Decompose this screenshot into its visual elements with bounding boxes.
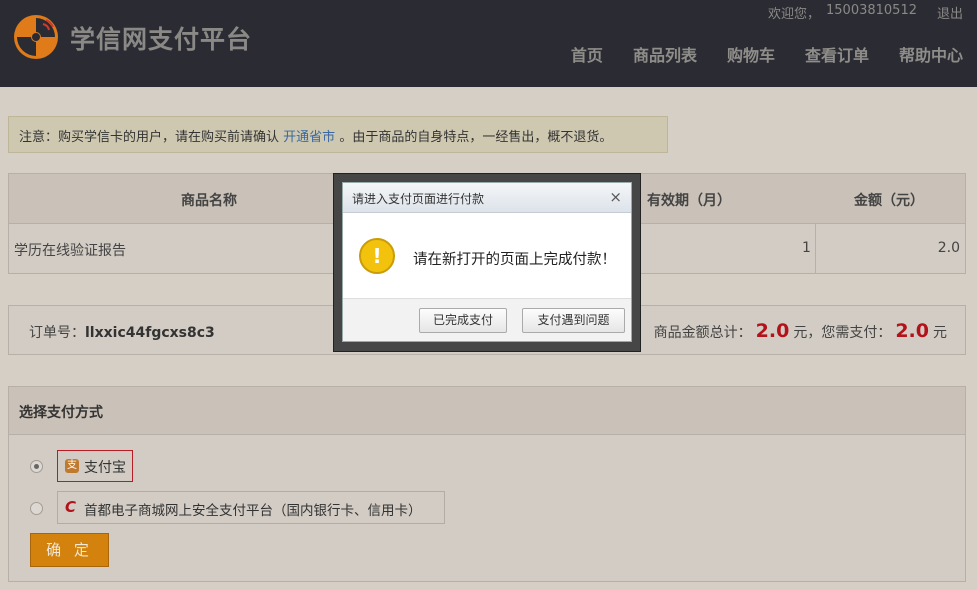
payment-problem-button[interactable]: 支付遇到问题 xyxy=(522,308,625,333)
payment-dialog: 请进入支付页面进行付款 × ! 请在新打开的页面上完成付款！ 已完成支付 支付遇… xyxy=(342,182,632,342)
dialog-footer: 已完成支付 支付遇到问题 xyxy=(343,298,631,341)
payment-done-button[interactable]: 已完成支付 xyxy=(419,308,507,333)
warning-icon: ! xyxy=(359,238,395,274)
dialog-message: 请在新打开的页面上完成付款！ xyxy=(413,252,616,268)
dialog-title: 请进入支付页面进行付款 xyxy=(343,183,631,213)
close-icon[interactable]: × xyxy=(609,188,622,206)
